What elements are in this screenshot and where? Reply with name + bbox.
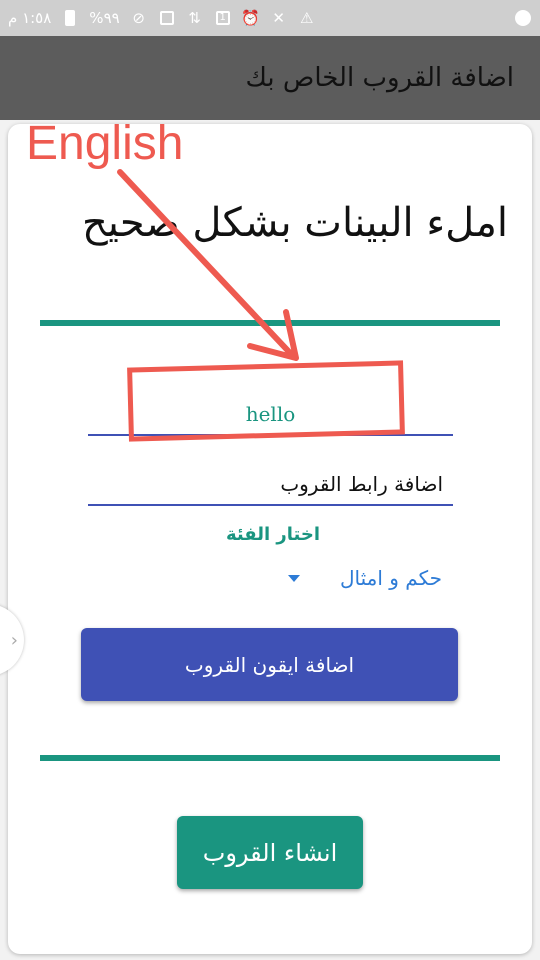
toolbar-title: اضافة القروب الخاص بك [245, 63, 515, 93]
dropdown-arrow-icon [287, 574, 300, 582]
add-group-icon-button[interactable]: اضافة ايقون القروب [81, 628, 458, 701]
mute-icon: ✕ [272, 9, 285, 27]
alert-icon: ⚠ [299, 9, 314, 27]
annotation-highlight-box [127, 360, 405, 442]
category-selected-value: حكم و امثال [339, 566, 442, 590]
app-toolbar: اضافة القروب الخاص بك [0, 36, 540, 120]
create-group-button[interactable]: انشاء القروب [177, 816, 363, 889]
no-symbol-icon: ⊘ [132, 9, 145, 27]
data-icon [158, 9, 176, 27]
category-label: اختار الفئة [225, 524, 320, 545]
category-dropdown[interactable]: حكم و امثال [262, 560, 442, 596]
alarm-icon: ⏰ [241, 9, 261, 27]
battery-icon [61, 9, 79, 27]
status-left: ١:٥٨ م %٩٩ ⊘ ⇅ 1 ⏰ ✕ ⚠ [8, 9, 316, 27]
annotation-label: English [26, 117, 184, 170]
status-time: ١:٥٨ م [8, 9, 52, 27]
sim-icon: 1 [214, 9, 232, 27]
bottom-divider [40, 755, 500, 761]
status-bar: ١:٥٨ م %٩٩ ⊘ ⇅ 1 ⏰ ✕ ⚠ [0, 0, 540, 36]
top-divider [40, 320, 500, 326]
settings-icon [514, 9, 532, 27]
chevron-right-icon: › [10, 629, 18, 651]
status-right [514, 9, 532, 27]
signal-icon: ⇅ [188, 9, 201, 27]
group-link-field[interactable]: اضافة رابط القروب [88, 462, 453, 506]
form-heading: املء البينات بشكل صحيح [81, 200, 508, 246]
battery-percent: %٩٩ [89, 9, 120, 27]
